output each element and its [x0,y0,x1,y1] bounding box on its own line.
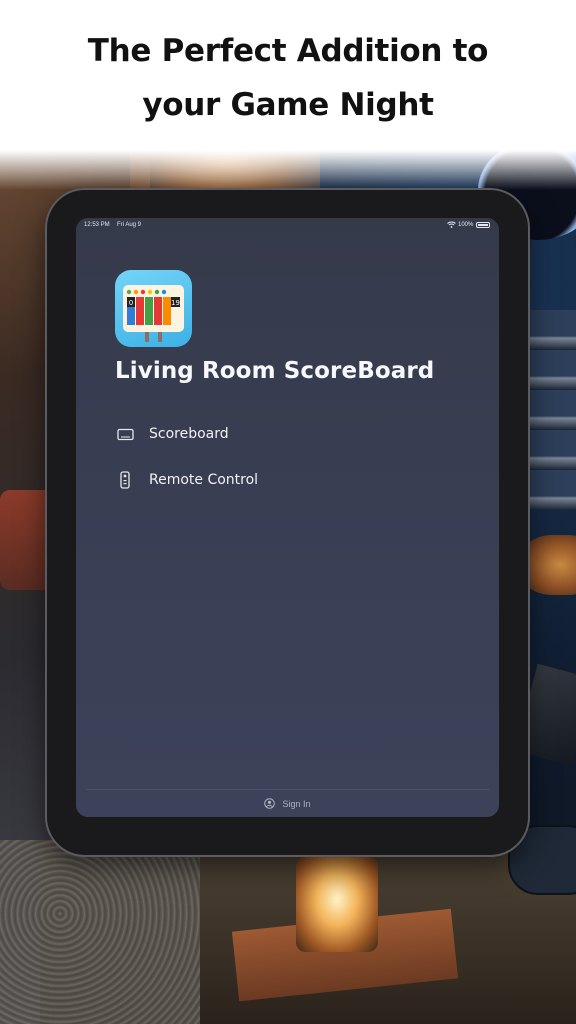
sign-in-button[interactable]: Sign In [76,796,499,812]
wifi-icon [447,221,456,230]
sidebar-item-label: Scoreboard [149,426,229,442]
headline-line-1: The Perfect Addition to [87,33,489,69]
headline-line-2: your Game Night [142,87,434,123]
promo-headline: The Perfect Addition to your Game Night [0,0,576,150]
app-logo-icon: 0 19 [115,270,192,347]
tablet-frame: 12:53 PM Fri Aug 9 100% 0 19 Living Room… [47,190,528,855]
monitor-icon [115,424,135,444]
sidebar-item-label: Remote Control [149,472,259,488]
icon-score-left: 0 [129,299,133,307]
sidebar-item-remote-control[interactable]: Remote Control [115,467,455,493]
icon-score-right: 19 [171,299,180,307]
sidebar-item-scoreboard[interactable]: Scoreboard [115,421,455,447]
footer-divider [86,789,489,790]
app-title: Living Room ScoreBoard [115,358,435,384]
status-time: 12:53 PM [84,222,110,228]
status-bar: 12:53 PM Fri Aug 9 100% [76,218,499,232]
person-circle-icon [264,797,276,811]
app-screen: 12:53 PM Fri Aug 9 100% 0 19 Living Room… [76,218,499,817]
sign-in-label: Sign In [282,799,311,809]
battery-icon [476,222,490,228]
status-date: Fri Aug 9 [117,222,142,228]
battery-percent: 100% [458,222,474,228]
remote-icon [115,470,135,490]
